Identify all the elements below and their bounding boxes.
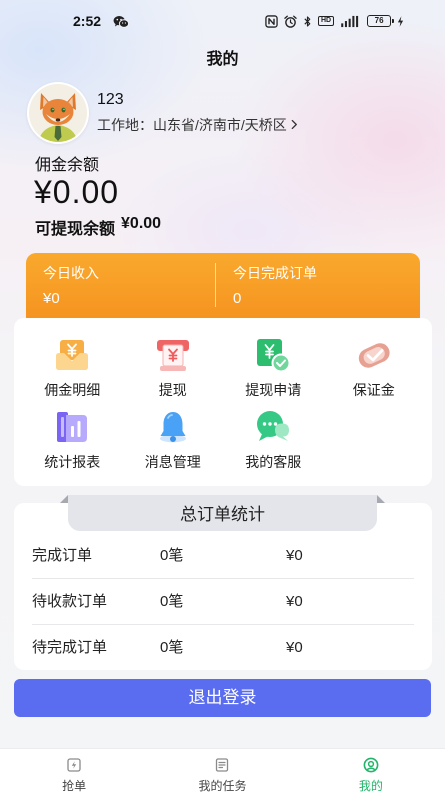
commission-detail-icon — [53, 336, 91, 374]
charging-icon — [397, 15, 404, 28]
today-income-label: 今日收入 — [43, 265, 99, 281]
row-label: 待完成订单 — [32, 639, 108, 656]
hd-badge: HD — [318, 16, 335, 26]
today-orders-value: 0 — [233, 290, 242, 307]
commission-balance-label: 佣金余额 — [35, 157, 100, 174]
stats-tab-fold-right — [377, 495, 385, 503]
function-grid: 佣金明细 提现 提现申请 保证金 统计报表 消息管理 我的客服 — [14, 318, 432, 486]
status-bar: 2:52 HD 76 — [0, 0, 445, 40]
status-icons: HD 76 — [265, 13, 404, 29]
grid-item-withdraw-apply[interactable]: 提现申请 — [223, 336, 324, 408]
wechat-icon — [113, 15, 130, 29]
commission-balance-amount: ¥0.00 — [34, 174, 120, 210]
row-amount: ¥0 — [286, 639, 303, 656]
grid-item-withdraw[interactable]: 提现 — [123, 336, 224, 408]
grid-label: 保证金 — [352, 382, 395, 398]
row-amount: ¥0 — [286, 547, 303, 564]
table-row: 待收款订单 0笔 ¥0 — [32, 579, 414, 625]
withdrawable-amount: ¥0.00 — [121, 215, 162, 232]
row-label: 待收款订单 — [32, 593, 108, 610]
today-income-value: ¥0 — [43, 290, 60, 307]
nav-label: 抢单 — [62, 779, 87, 793]
profile-name: 123 — [97, 91, 124, 108]
today-divider — [215, 263, 216, 307]
today-summary-card: 今日收入 ¥0 今日完成订单 0 — [26, 253, 420, 327]
grid-item-customer-service[interactable]: 我的客服 — [223, 408, 324, 480]
row-count: 0笔 — [160, 547, 184, 564]
nav-label: 我的任务 — [198, 779, 247, 793]
row-count: 0笔 — [160, 639, 184, 656]
today-orders: 今日完成订单 0 — [233, 263, 317, 307]
grid-label: 我的客服 — [245, 454, 302, 470]
withdrawable-balance: 可提现余额 ¥0.00 — [35, 215, 161, 239]
report-icon — [53, 408, 91, 446]
profile-icon — [363, 757, 379, 773]
row-label: 完成订单 — [32, 547, 93, 564]
status-time: 2:52 — [73, 13, 102, 29]
task-list-icon — [214, 757, 230, 773]
grid-item-commission-detail[interactable]: 佣金明细 — [22, 336, 123, 408]
row-count: 0笔 — [160, 593, 184, 610]
nfc-icon — [265, 14, 278, 28]
nav-item-my-tasks[interactable]: 我的任务 — [148, 749, 296, 795]
today-income: 今日收入 ¥0 — [43, 263, 99, 307]
battery-indicator: 76 — [367, 15, 394, 27]
nav-item-mine[interactable]: 我的 — [297, 749, 445, 795]
grid-label: 提现申请 — [245, 382, 302, 398]
avatar[interactable] — [27, 82, 89, 144]
row-amount: ¥0 — [286, 593, 303, 610]
grid-label: 消息管理 — [144, 454, 201, 470]
today-orders-label: 今日完成订单 — [233, 265, 317, 281]
grid-item-message-manage[interactable]: 消息管理 — [123, 408, 224, 480]
alarm-icon — [284, 15, 297, 28]
logout-button[interactable]: 退出登录 — [14, 679, 431, 717]
stats-tab-fold-left — [60, 495, 68, 503]
work-location-text: 工作地：山东省/济南市/天桥区 — [97, 117, 287, 133]
signal-icon — [340, 15, 361, 28]
withdraw-apply-icon — [254, 336, 292, 374]
table-row: 待完成订单 0笔 ¥0 — [32, 625, 414, 671]
withdrawable-label: 可提现余额 — [35, 221, 116, 238]
withdraw-icon — [154, 336, 192, 374]
nav-label: 我的 — [358, 779, 383, 793]
bluetooth-icon — [303, 15, 312, 28]
nav-item-grab-order[interactable]: 抢单 — [0, 749, 148, 795]
order-stats-title: 总订单统计 — [68, 495, 377, 531]
profile-page: 2:52 HD 76 我的 123 工作地：山东省/济南市/天桥区 佣金余额 ¥… — [0, 0, 445, 795]
grid-item-deposit[interactable]: 保证金 — [324, 336, 425, 408]
grab-order-icon — [66, 757, 82, 773]
order-stats-rows: 完成订单 0笔 ¥0 待收款订单 0笔 ¥0 待完成订单 0笔 ¥0 — [14, 533, 432, 671]
bell-icon — [154, 408, 192, 446]
grid-label: 佣金明细 — [44, 382, 101, 398]
table-row: 完成订单 0笔 ¥0 — [32, 533, 414, 579]
grid-label: 统计报表 — [44, 454, 101, 470]
grid-label: 提现 — [158, 382, 187, 398]
customer-service-icon — [254, 408, 292, 446]
bottom-nav: 抢单 我的任务 我的 — [0, 748, 445, 795]
work-location-link[interactable]: 工作地：山东省/济南市/天桥区 — [97, 115, 298, 135]
grid-item-report[interactable]: 统计报表 — [22, 408, 123, 480]
deposit-icon — [355, 336, 393, 374]
page-title: 我的 — [206, 51, 239, 68]
chevron-right-icon — [291, 117, 298, 133]
